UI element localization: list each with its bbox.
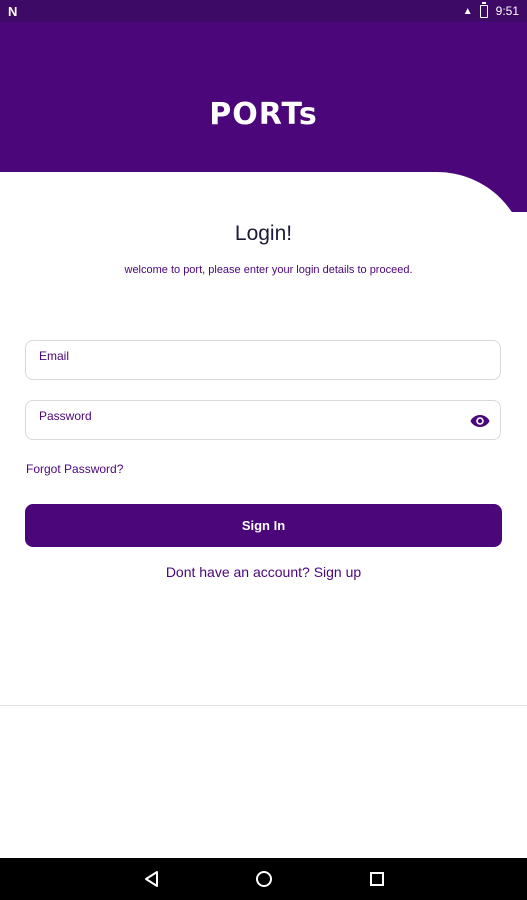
recents-icon[interactable] bbox=[367, 869, 387, 889]
password-field[interactable] bbox=[25, 397, 501, 440]
status-indicators: ▲ 9:51 bbox=[462, 1, 519, 18]
email-field[interactable] bbox=[25, 337, 501, 380]
login-screen: N ▲ 9:51 PORTs Login! welcome to port, p… bbox=[0, 0, 527, 900]
status-time: 9:51 bbox=[495, 4, 519, 18]
home-icon[interactable] bbox=[254, 869, 274, 889]
sign-in-button[interactable]: Sign In bbox=[25, 504, 502, 547]
navigation-bar bbox=[0, 858, 527, 900]
sign-up-prompt[interactable]: Dont have an account? Sign up bbox=[0, 564, 527, 580]
sign-up-link[interactable]: Dont have an account? Sign up bbox=[166, 564, 361, 580]
login-card: Login! welcome to port, please enter you… bbox=[0, 172, 527, 706]
password-input[interactable] bbox=[39, 397, 459, 435]
battery-icon bbox=[479, 1, 488, 18]
status-bar: N ▲ 9:51 bbox=[0, 0, 527, 22]
email-input[interactable] bbox=[39, 337, 459, 375]
eye-icon[interactable] bbox=[470, 413, 490, 429]
notification-icon: N bbox=[8, 4, 18, 19]
back-icon[interactable] bbox=[142, 869, 162, 889]
page-title: Login! bbox=[234, 222, 293, 245]
forgot-password-link[interactable]: Forgot Password? bbox=[26, 462, 123, 476]
signal-icon: ▲ bbox=[462, 5, 473, 17]
page-subtitle: welcome to port, please enter your login… bbox=[124, 264, 413, 276]
app-logo: PORTs bbox=[209, 97, 318, 132]
